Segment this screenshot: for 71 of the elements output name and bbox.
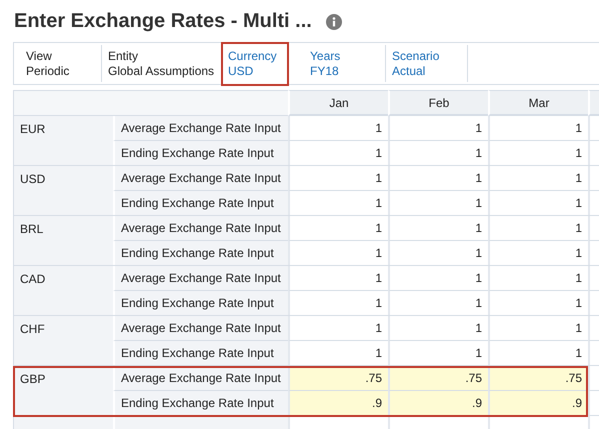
empty-cell	[588, 366, 599, 391]
row-header: Average Exchange Rate Input	[113, 116, 288, 141]
data-cell[interactable]: 1	[288, 241, 388, 266]
info-icon[interactable]	[326, 14, 342, 30]
data-cell[interactable]: .75	[388, 366, 488, 391]
row-header: EUR	[13, 116, 113, 166]
row-header: Ending Exchange Rate Input	[113, 141, 288, 166]
row-header: Average Exchange Rate Input	[113, 366, 288, 391]
empty-cell	[588, 266, 599, 291]
pov-selector[interactable]: Scenario Actual	[386, 45, 468, 82]
pov-item: View Periodic	[20, 45, 102, 82]
data-cell[interactable]: 1	[288, 291, 388, 316]
empty-cell	[588, 391, 599, 416]
data-cell[interactable]: 1	[488, 191, 588, 216]
data-cell[interactable]: 1	[488, 341, 588, 366]
data-cell[interactable]: 1	[288, 166, 388, 191]
row-header: GBP	[13, 366, 113, 416]
data-cell[interactable]: 1	[288, 191, 388, 216]
data-cell[interactable]: 1	[288, 216, 388, 241]
data-cell[interactable]: 1	[388, 191, 488, 216]
column-header	[588, 90, 599, 116]
row-header: CHF	[13, 316, 113, 366]
data-cell[interactable]: 1	[388, 141, 488, 166]
data-cell[interactable]: 1	[488, 316, 588, 341]
row-header: Ending Exchange Rate Input	[113, 291, 288, 316]
data-cell[interactable]: 1	[388, 266, 488, 291]
row-header: USD	[13, 166, 113, 216]
data-cell[interactable]: 1	[288, 316, 388, 341]
pov-item: Entity Global Assumptions	[102, 45, 222, 82]
data-cell[interactable]: 1	[388, 241, 488, 266]
data-cell[interactable]: 1	[488, 216, 588, 241]
row-header: Average Exchange Rate Input	[113, 216, 288, 241]
data-cell[interactable]: 1	[288, 266, 388, 291]
row-header: Average Exchange Rate Input	[113, 316, 288, 341]
row-header: CAD	[13, 266, 113, 316]
row-header: Ending Exchange Rate Input	[113, 341, 288, 366]
pov-selector[interactable]: Currency USD	[222, 42, 288, 84]
row-header: BRL	[13, 216, 113, 266]
data-cell[interactable]: 1	[388, 341, 488, 366]
data-cell[interactable]: .75	[488, 366, 588, 391]
data-cell[interactable]: .9	[288, 391, 388, 416]
data-cell[interactable]: .75	[288, 366, 388, 391]
row-header: Average Exchange Rate Input	[113, 166, 288, 191]
data-cell[interactable]: 1	[488, 241, 588, 266]
row-header: Average Exchange Rate Input	[113, 266, 288, 291]
data-cell[interactable]: 1	[388, 166, 488, 191]
row-header: Ending Exchange Rate Input	[113, 241, 288, 266]
data-cell[interactable]: 1	[488, 266, 588, 291]
data-cell[interactable]: 1	[388, 116, 488, 141]
column-header: Feb	[388, 90, 488, 116]
data-cell[interactable]: 1	[388, 216, 488, 241]
data-cell[interactable]: 1	[488, 166, 588, 191]
data-cell[interactable]: 1	[388, 291, 488, 316]
row-header: Ending Exchange Rate Input	[113, 191, 288, 216]
empty-cell	[588, 216, 599, 241]
empty-cell	[588, 316, 599, 341]
data-cell[interactable]: .9	[388, 391, 488, 416]
column-header: Jan	[288, 90, 388, 116]
empty-cell	[588, 166, 599, 191]
data-cell[interactable]: 1	[288, 141, 388, 166]
data-cell[interactable]: 1	[488, 116, 588, 141]
data-cell[interactable]: 1	[288, 116, 388, 141]
data-cell[interactable]: 1	[288, 341, 388, 366]
page-title: Enter Exchange Rates - Multi ...	[14, 10, 312, 32]
column-header: Mar	[488, 90, 588, 116]
data-cell[interactable]: 1	[488, 141, 588, 166]
data-cell[interactable]: 1	[488, 291, 588, 316]
pov-selector[interactable]: Years FY18	[304, 45, 386, 82]
data-cell[interactable]: .9	[488, 391, 588, 416]
row-header: Ending Exchange Rate Input	[113, 391, 288, 416]
data-cell[interactable]: 1	[388, 316, 488, 341]
